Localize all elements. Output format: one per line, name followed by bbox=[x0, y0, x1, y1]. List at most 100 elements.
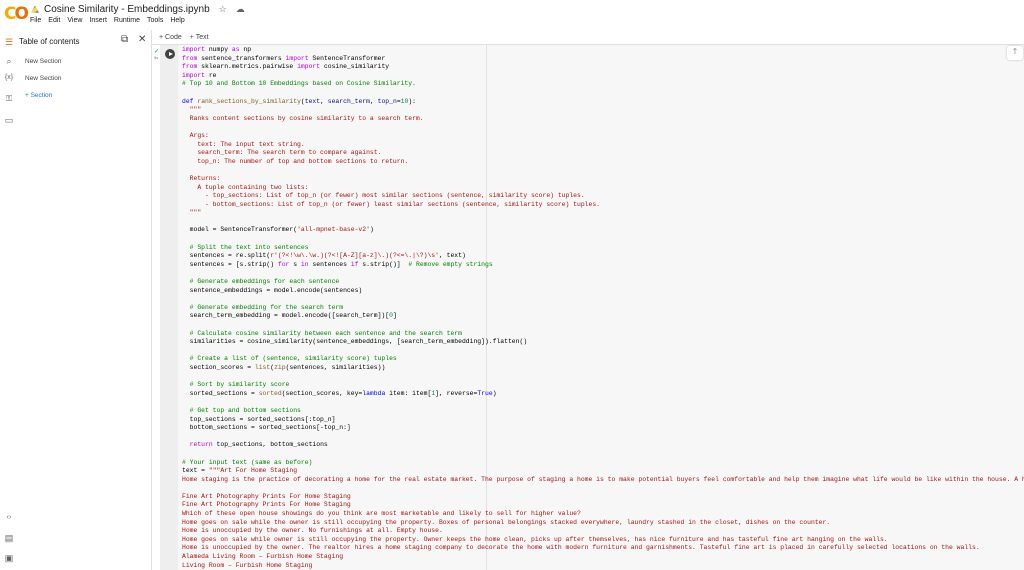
add-section-button[interactable]: + Section bbox=[25, 92, 52, 99]
code-token: Returns: bbox=[182, 174, 221, 182]
command-palette-icon[interactable]: ▤ bbox=[3, 533, 15, 544]
code-token: , bbox=[369, 97, 378, 105]
code-token: sklearn.metrics.pairwise bbox=[197, 63, 298, 71]
code-line: search_term_embedding = model.encode([se… bbox=[182, 312, 1024, 321]
code-token: # Your input text (same as before) bbox=[182, 458, 313, 466]
code-token: (section_scores, key= bbox=[281, 389, 363, 397]
terminal-icon[interactable]: ▣ bbox=[3, 553, 15, 564]
search-icon[interactable]: ⌕ bbox=[3, 56, 15, 67]
add-text-button[interactable]: + Text bbox=[190, 34, 209, 41]
code-token: list bbox=[254, 363, 271, 371]
code-line: Alameda Living Room – Furbish Home Stagi… bbox=[182, 553, 1024, 562]
colab-logo[interactable]: CO bbox=[4, 4, 29, 24]
code-line: section_scores = list(zip(sentences, sim… bbox=[182, 364, 1024, 373]
folder-icon[interactable]: ▭ bbox=[3, 115, 15, 126]
code-token: top_sections = sorted_sections[:top_n] bbox=[182, 415, 336, 423]
code-line: - bottom_sections: List of top_n (or few… bbox=[182, 201, 1024, 210]
code-line: text: The input text string. bbox=[182, 141, 1024, 150]
code-token: # Sort by similarity score bbox=[182, 381, 290, 389]
toc-icon[interactable]: ☰ bbox=[3, 37, 15, 48]
menu-runtime[interactable]: Runtime bbox=[114, 17, 140, 24]
menu-help[interactable]: Help bbox=[170, 17, 184, 24]
code-token: from bbox=[182, 63, 198, 71]
code-token: numpy bbox=[205, 46, 232, 53]
run-cell-button[interactable] bbox=[165, 49, 175, 59]
code-token: text: The input text string. bbox=[182, 140, 305, 148]
code-line: # Top 10 and Bottom 10 Embeddings based … bbox=[182, 80, 1024, 89]
code-line: sentence_embeddings = model.encode(sente… bbox=[182, 287, 1024, 296]
code-cell[interactable]: ✓ 9s import numpy as np from sentence_tra… bbox=[154, 45, 1024, 570]
menu-insert[interactable]: Insert bbox=[89, 17, 107, 24]
code-line: Returns: bbox=[182, 175, 1024, 184]
star-icon[interactable]: ☆ bbox=[219, 4, 227, 15]
code-token: zip bbox=[274, 363, 286, 371]
code-token: Living Room – Furbish Home Staging bbox=[182, 561, 313, 569]
menu-tools[interactable]: Tools bbox=[147, 17, 163, 24]
code-token: - top_sections: List of top_n (or fewer)… bbox=[182, 192, 585, 200]
code-line: Ranks content sections by cosine similar… bbox=[182, 115, 1024, 124]
code-token: 'all-mpnet-base-v2' bbox=[297, 226, 370, 234]
code-line: model = SentenceTransformer('all-mpnet-b… bbox=[182, 226, 1024, 235]
code-token: r'(?<!\w\.\w.)(?<![A-Z][a-z]\.)(?<=\.|\?… bbox=[270, 252, 439, 260]
menu-edit[interactable]: Edit bbox=[48, 17, 60, 24]
secrets-key-icon[interactable]: ⚿ bbox=[3, 94, 15, 104]
cloud-icon[interactable]: ☁ bbox=[236, 4, 245, 15]
code-token: import bbox=[182, 71, 206, 79]
code-token: - bottom_sections: List of top_n (or few… bbox=[182, 200, 601, 208]
open-in-tab-icon[interactable]: ⧉ bbox=[121, 34, 128, 45]
variables-icon[interactable]: {x} bbox=[3, 74, 15, 81]
side-rail: ☰ ⌕ {x} ⚿ ▭ ‹› ▤ ▣ bbox=[0, 30, 18, 570]
code-line: Fine Art Photography Prints For Home Sta… bbox=[182, 501, 1024, 510]
code-line: """ bbox=[182, 106, 1024, 115]
code-token: ): bbox=[408, 97, 416, 105]
code-token: sentences bbox=[308, 260, 351, 268]
code-token: ) bbox=[369, 226, 374, 234]
code-line: - top_sections: List of top_n (or fewer)… bbox=[182, 192, 1024, 201]
code-token: search_term_embedding = model.encode([se… bbox=[182, 312, 390, 320]
code-line: top_n: The number of top and bottom sect… bbox=[182, 158, 1024, 167]
code-snippets-icon[interactable]: ‹› bbox=[3, 514, 15, 521]
code-line: bottom_sections = sorted_sections[-top_n… bbox=[182, 424, 1024, 433]
code-line: sorted_sections = sorted(section_scores,… bbox=[182, 390, 1024, 399]
code-line: Home staging is the practice of decorati… bbox=[182, 476, 1024, 485]
code-line: # Get top and bottom sections bbox=[182, 407, 1024, 416]
code-token: # Generate embeddings for each sentence bbox=[182, 278, 340, 286]
add-code-button[interactable]: + Code bbox=[159, 34, 182, 41]
code-token: section_scores = bbox=[182, 363, 255, 371]
move-cell-up-icon[interactable]: 🡑 bbox=[1007, 46, 1023, 60]
code-token: np bbox=[239, 46, 252, 53]
code-token: def bbox=[182, 97, 194, 105]
close-icon[interactable]: ✕ bbox=[138, 34, 146, 45]
code-token: # Calculate cosine similarity between ea… bbox=[182, 329, 462, 337]
code-token: ] bbox=[392, 312, 397, 320]
code-token: Fine Art Photography Prints For Home Sta… bbox=[182, 492, 351, 500]
code-line: """ bbox=[182, 209, 1024, 218]
notebook-title[interactable]: Cosine Similarity - Embeddings.ipynb bbox=[44, 4, 210, 15]
code-token: Alameda Living Room – Furbish Home Stagi… bbox=[182, 553, 344, 561]
code-line: from sentence_transformers import Senten… bbox=[182, 55, 1024, 64]
code-line: # Generate embeddings for each sentence bbox=[182, 278, 1024, 287]
toc-item[interactable]: New Section bbox=[25, 75, 62, 82]
cell-gutter: ✓ 9s bbox=[154, 45, 178, 570]
code-token: A tuple containing two lists: bbox=[182, 183, 309, 191]
code-token: Args: bbox=[182, 131, 209, 139]
code-editor[interactable]: import numpy as np from sentence_transfor… bbox=[182, 46, 1024, 570]
code-token: Fine Art Photography Prints For Home Sta… bbox=[182, 501, 351, 509]
code-line: def rank_sections_by_similarity(text, se… bbox=[182, 98, 1024, 107]
code-token: s bbox=[289, 260, 301, 268]
menu-file[interactable]: File bbox=[30, 17, 41, 24]
success-check-icon: ✓ bbox=[154, 49, 160, 55]
menu-view[interactable]: View bbox=[67, 17, 82, 24]
code-token: bottom_sections = sorted_sections[-top_n… bbox=[182, 424, 351, 432]
toc-item[interactable]: New Section bbox=[25, 58, 62, 65]
code-token: text = bbox=[182, 467, 209, 475]
